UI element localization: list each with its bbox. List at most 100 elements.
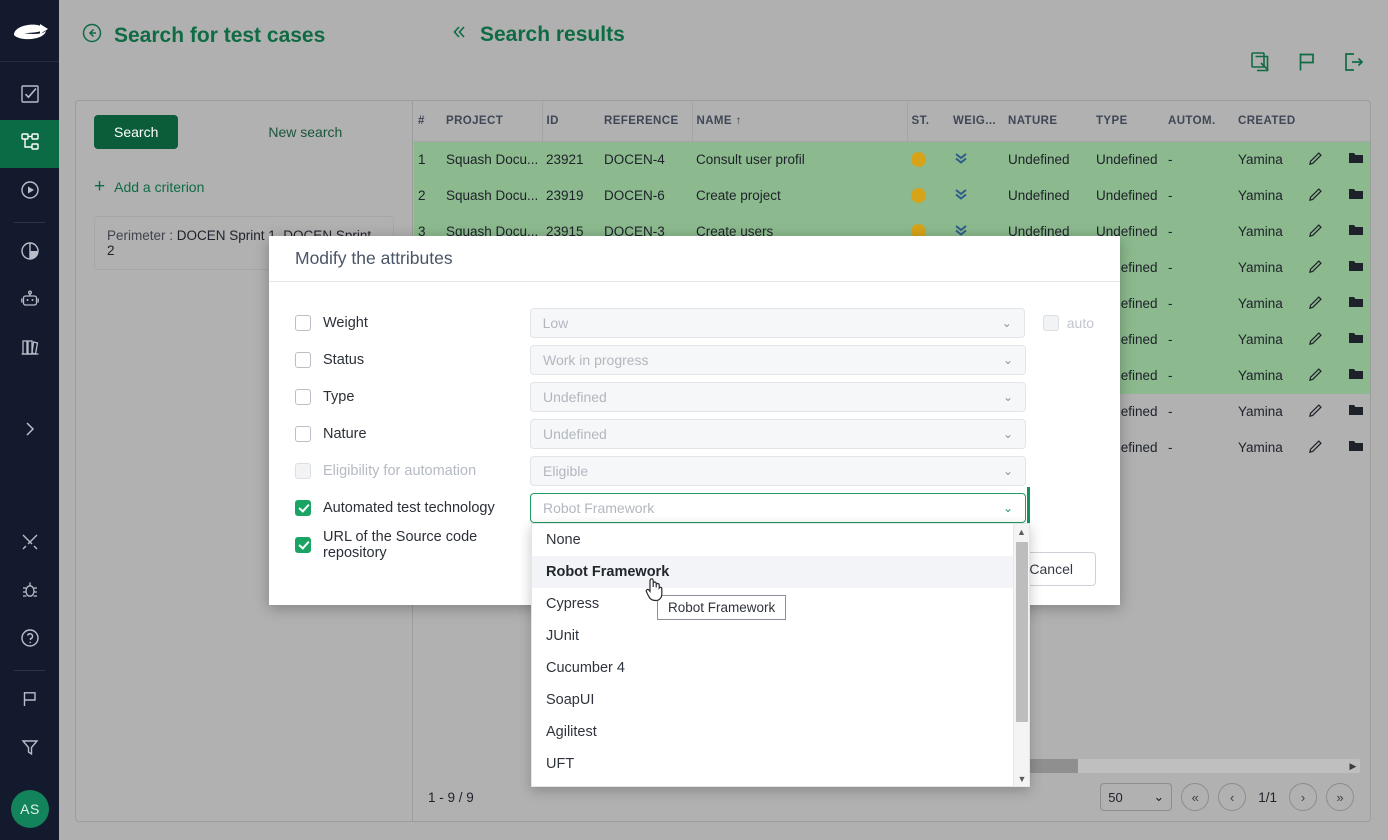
row-folder-icon[interactable]: [1344, 430, 1371, 466]
dropdown-scroll-up[interactable]: ▲: [1014, 524, 1029, 539]
dropdown-option[interactable]: Cucumber 4: [532, 652, 1013, 684]
sidebar-item-bugtracker[interactable]: [0, 568, 59, 616]
new-search-link[interactable]: New search: [268, 124, 342, 140]
attribute-select[interactable]: Low⌄: [530, 308, 1025, 338]
cell-nature: Undefined: [1004, 141, 1092, 178]
col-reference[interactable]: REFERENCE: [600, 101, 692, 141]
copy-icon[interactable]: [1249, 50, 1273, 79]
rail-expand-button[interactable]: [0, 420, 59, 438]
row-folder-icon[interactable]: [1344, 394, 1371, 430]
row-edit-icon[interactable]: [1304, 214, 1344, 250]
auto-weight-wrap: auto: [1043, 315, 1094, 331]
attribute-checkbox[interactable]: [295, 500, 311, 516]
row-edit-icon[interactable]: [1304, 358, 1344, 394]
search-actions: Search New search: [94, 115, 394, 149]
attribute-select[interactable]: Undefined⌄: [530, 419, 1026, 449]
chevron-down-icon: ⌄: [1003, 501, 1013, 515]
add-criterion-button[interactable]: + Add a criterion: [94, 177, 394, 196]
attribute-checkbox[interactable]: [295, 352, 311, 368]
attribute-checkbox[interactable]: [295, 389, 311, 405]
col-project[interactable]: PROJECT: [442, 101, 542, 141]
attribute-select[interactable]: Eligible⌄: [530, 456, 1026, 486]
attribute-select-value: Low: [543, 315, 569, 331]
col-nature[interactable]: NATURE: [1004, 101, 1092, 141]
cell-created: Yamina: [1234, 141, 1304, 178]
col-index[interactable]: #: [414, 101, 442, 141]
dropdown-option[interactable]: JUnit: [532, 620, 1013, 652]
table-row[interactable]: 2Squash Docu...23919DOCEN-6Create projec…: [414, 178, 1371, 214]
col-id[interactable]: ID: [542, 101, 600, 141]
row-edit-icon[interactable]: [1304, 394, 1344, 430]
next-page-button[interactable]: ›: [1289, 783, 1317, 811]
dropdown-option[interactable]: SoapUI: [532, 684, 1013, 716]
cell-created: Yamina: [1234, 250, 1304, 286]
sidebar-item-library[interactable]: [0, 325, 59, 373]
dropdown-option[interactable]: UFT: [532, 748, 1013, 780]
col-type[interactable]: TYPE: [1092, 101, 1164, 141]
sidebar-item-test-cases[interactable]: [0, 120, 59, 168]
attribute-checkbox[interactable]: [295, 315, 311, 331]
attribute-label: Nature: [323, 426, 367, 442]
cell-name[interactable]: Create project: [692, 178, 907, 214]
page-size-select[interactable]: 50 ⌄: [1100, 783, 1172, 811]
col-created[interactable]: CREATED: [1234, 101, 1304, 141]
app-logo[interactable]: [0, 0, 59, 62]
cell-autom: -: [1164, 214, 1234, 250]
flag-icon[interactable]: [1295, 50, 1319, 79]
scroll-right-arrow[interactable]: ▶: [1346, 761, 1360, 772]
row-folder-icon[interactable]: [1344, 286, 1371, 322]
row-folder-icon[interactable]: [1344, 358, 1371, 394]
sidebar-item-milestones[interactable]: [0, 677, 59, 725]
row-folder-icon[interactable]: [1344, 250, 1371, 286]
avatar[interactable]: AS: [11, 790, 49, 828]
first-page-button[interactable]: «: [1181, 783, 1209, 811]
attribute-row: Automated test technologyRobot Framework…: [295, 489, 1094, 526]
search-button[interactable]: Search: [94, 115, 178, 149]
attribute-select[interactable]: Undefined⌄: [530, 382, 1026, 412]
attribute-select[interactable]: Work in progress⌄: [530, 345, 1026, 375]
sidebar-item-campaigns[interactable]: [0, 168, 59, 216]
col-status[interactable]: ST.: [907, 101, 949, 141]
cell-type: Undefined: [1092, 178, 1164, 214]
sidebar-item-reports[interactable]: [0, 229, 59, 277]
back-circle-icon[interactable]: [81, 22, 103, 50]
col-name[interactable]: NAME ↑: [692, 101, 907, 141]
dropdown-scrollbar[interactable]: ▲ ▼: [1013, 524, 1029, 786]
row-edit-icon[interactable]: [1304, 286, 1344, 322]
row-edit-icon[interactable]: [1304, 141, 1344, 178]
app-root: AS Search for test cases Search result: [0, 0, 1388, 840]
row-folder-icon[interactable]: [1344, 214, 1371, 250]
cell-name[interactable]: Consult user profil: [692, 141, 907, 178]
table-row[interactable]: 1Squash Docu...23921DOCEN-4Consult user …: [414, 141, 1371, 178]
row-edit-icon[interactable]: [1304, 322, 1344, 358]
col-weight[interactable]: WEIG...: [949, 101, 1004, 141]
double-chevron-left-icon[interactable]: [449, 22, 469, 48]
attribute-checkbox[interactable]: [295, 426, 311, 442]
last-page-button[interactable]: »: [1326, 783, 1354, 811]
row-edit-icon[interactable]: [1304, 430, 1344, 466]
dropdown-scroll-thumb[interactable]: [1016, 542, 1028, 722]
row-folder-icon[interactable]: [1344, 141, 1371, 178]
cell-reference[interactable]: DOCEN-6: [600, 178, 692, 214]
row-folder-icon[interactable]: [1344, 178, 1371, 214]
col-autom[interactable]: AUTOM.: [1164, 101, 1234, 141]
attribute-row: TypeUndefined⌄: [295, 378, 1094, 415]
prev-page-button[interactable]: ‹: [1218, 783, 1246, 811]
sidebar-item-requirements[interactable]: [0, 72, 59, 120]
dropdown-scroll-down[interactable]: ▼: [1014, 771, 1030, 786]
sidebar-item-help[interactable]: [0, 616, 59, 664]
row-edit-icon[interactable]: [1304, 250, 1344, 286]
attribute-select[interactable]: Robot Framework⌄: [530, 493, 1026, 523]
row-edit-icon[interactable]: [1304, 178, 1344, 214]
row-folder-icon[interactable]: [1344, 322, 1371, 358]
sidebar-item-automation[interactable]: [0, 277, 59, 325]
cell-index: 2: [414, 178, 442, 214]
cell-reference[interactable]: DOCEN-4: [600, 141, 692, 178]
cell-weight: [949, 178, 1004, 214]
export-icon[interactable]: [1341, 50, 1365, 79]
dropdown-option[interactable]: Agilitest: [532, 716, 1013, 748]
sidebar-item-custom-filters[interactable]: [0, 725, 59, 773]
dropdown-option[interactable]: None: [532, 524, 1013, 556]
dropdown-option[interactable]: Robot Framework: [532, 556, 1013, 588]
sidebar-item-administration[interactable]: [0, 520, 59, 568]
